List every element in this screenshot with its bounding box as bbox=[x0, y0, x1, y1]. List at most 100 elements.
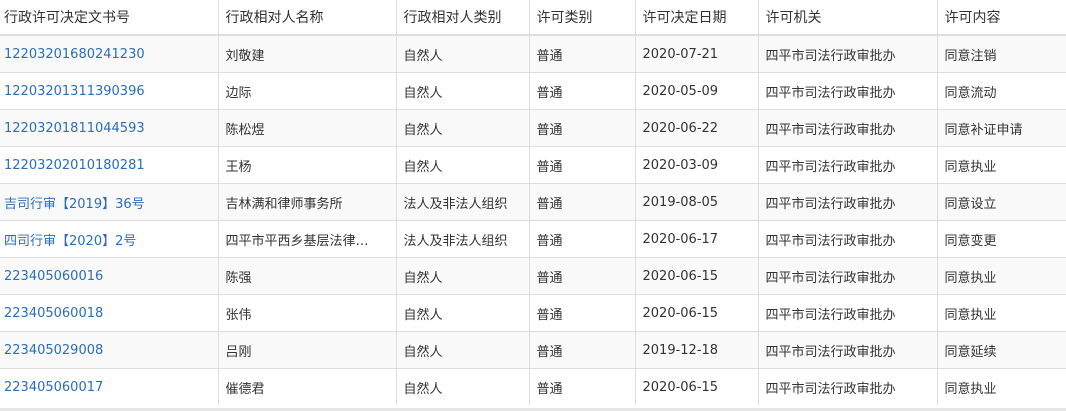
permit-category-cell: 普通 bbox=[529, 34, 636, 73]
decision-date-cell: 2020-03-09 bbox=[635, 146, 759, 184]
table-row[interactable]: 223405029008 吕刚 自然人 普通 2019-12-18 四平市司法行政审批办同… bbox=[0, 331, 1066, 369]
permit-table: 行政许可决定文书号 行政相对人名称 行政相对人类别 许可类别 许可决定日期 许可… bbox=[0, 0, 1066, 405]
permit-content-cell: 同意执业 bbox=[937, 294, 1066, 332]
header-permit-category[interactable]: 许可类别 bbox=[529, 0, 636, 36]
permit-authority-cell: 四平市司法行政审批办 bbox=[758, 368, 938, 405]
doc-number-link[interactable]: 12203202010180281 bbox=[4, 158, 145, 173]
doc-number-link[interactable]: 223405060018 bbox=[4, 306, 103, 321]
counterpart-name-cell: 吉林满和律师事务所 bbox=[218, 183, 397, 221]
permit-category-cell: 普通 bbox=[529, 220, 636, 258]
header-counterpart-type[interactable]: 行政相对人类别 bbox=[396, 0, 530, 36]
doc-number-cell: 12203201680241230 bbox=[0, 34, 219, 73]
decision-date-cell: 2020-06-15 bbox=[635, 294, 759, 332]
permit-content-cell: 同意注销 bbox=[937, 34, 1066, 73]
doc-number-link[interactable]: 四司行审【2020】2号 bbox=[4, 234, 136, 249]
table-header: 行政许可决定文书号 行政相对人名称 行政相对人类别 许可类别 许可决定日期 许可… bbox=[0, 0, 1066, 36]
decision-date-cell: 2020-06-15 bbox=[635, 368, 759, 405]
header-decision-date[interactable]: 许可决定日期 bbox=[635, 0, 759, 36]
header-permit-authority[interactable]: 许可机关 bbox=[758, 0, 938, 36]
permit-category-cell: 普通 bbox=[529, 294, 636, 332]
decision-date-cell: 2020-06-22 bbox=[635, 109, 759, 147]
permit-authority-cell: 四平市司法行政审批办 bbox=[758, 109, 938, 147]
permit-content-cell: 同意变更 bbox=[937, 220, 1066, 258]
doc-number-link[interactable]: 12203201811044593 bbox=[4, 121, 145, 136]
permit-content-cell: 同意执业 bbox=[937, 368, 1066, 405]
permit-category-cell: 普通 bbox=[529, 368, 636, 405]
counterpart-type-cell: 自然人 bbox=[396, 368, 530, 405]
counterpart-name-cell: 王杨 bbox=[218, 146, 397, 184]
permit-authority-cell: 四平市司法行政审批办 bbox=[758, 72, 938, 110]
doc-number-cell: 223405060017 bbox=[0, 368, 219, 405]
counterpart-name-cell: 陈强 bbox=[218, 257, 397, 295]
permit-authority-cell: 四平市司法行政审批办 bbox=[758, 294, 938, 332]
permit-content-cell: 同意设立 bbox=[937, 183, 1066, 221]
doc-number-cell: 223405060016 bbox=[0, 257, 219, 295]
doc-number-cell: 12203201311390396 bbox=[0, 72, 219, 110]
table-body: 12203201680241230 刘敬建 自然人 普通 2020-07-21 四平市司法… bbox=[0, 34, 1066, 405]
table-row[interactable]: 223405060018 张伟 自然人 普通 2020-06-15 四平市司法行政审批办同… bbox=[0, 294, 1066, 332]
counterpart-type-cell: 自然人 bbox=[396, 146, 530, 184]
doc-number-link[interactable]: 223405029008 bbox=[4, 343, 103, 358]
doc-number-cell: 吉司行审【2019】36号 bbox=[0, 183, 219, 221]
counterpart-name-cell: 边际 bbox=[218, 72, 397, 110]
decision-date-cell: 2020-06-15 bbox=[635, 257, 759, 295]
permit-authority-cell: 四平市司法行政审批办 bbox=[758, 34, 938, 73]
counterpart-type-cell: 自然人 bbox=[396, 331, 530, 369]
table-row[interactable]: 12203202010180281 王杨 自然人 普通 2020-03-09 四平市司法行… bbox=[0, 146, 1066, 184]
counterpart-name-cell: 四平市平西乡基层法律… bbox=[218, 220, 397, 258]
table-row[interactable]: 吉司行审【2019】36号 吉林满和律师事务所 法人及非法人组织 普通 2019-08-… bbox=[0, 183, 1066, 221]
doc-number-cell: 12203201811044593 bbox=[0, 109, 219, 147]
header-row: 行政许可决定文书号 行政相对人名称 行政相对人类别 许可类别 许可决定日期 许可… bbox=[0, 0, 1066, 36]
permit-authority-cell: 四平市司法行政审批办 bbox=[758, 183, 938, 221]
doc-number-cell: 223405060018 bbox=[0, 294, 219, 332]
counterpart-name-cell: 吕刚 bbox=[218, 331, 397, 369]
permit-category-cell: 普通 bbox=[529, 146, 636, 184]
permit-category-cell: 普通 bbox=[529, 257, 636, 295]
header-doc-number[interactable]: 行政许可决定文书号 bbox=[0, 0, 219, 36]
counterpart-name-cell: 陈松煜 bbox=[218, 109, 397, 147]
decision-date-cell: 2019-08-05 bbox=[635, 183, 759, 221]
permit-authority-cell: 四平市司法行政审批办 bbox=[758, 257, 938, 295]
table-row[interactable]: 12203201811044593 陈松煜 自然人 普通 2020-06-22 四平市司法… bbox=[0, 109, 1066, 147]
permit-content-cell: 同意流动 bbox=[937, 72, 1066, 110]
decision-date-cell: 2019-12-18 bbox=[635, 331, 759, 369]
permit-category-cell: 普通 bbox=[529, 331, 636, 369]
table-row[interactable]: 223405060017 催德君 自然人 普通 2020-06-15 四平市司法行政审批办… bbox=[0, 368, 1066, 405]
counterpart-type-cell: 自然人 bbox=[396, 294, 530, 332]
permit-category-cell: 普通 bbox=[529, 183, 636, 221]
doc-number-link[interactable]: 吉司行审【2019】36号 bbox=[4, 197, 145, 212]
permit-content-cell: 同意执业 bbox=[937, 257, 1066, 295]
permit-category-cell: 普通 bbox=[529, 72, 636, 110]
permit-content-cell: 同意补证申请 bbox=[937, 109, 1066, 147]
counterpart-name-cell: 催德君 bbox=[218, 368, 397, 405]
doc-number-cell: 223405029008 bbox=[0, 331, 219, 369]
decision-date-cell: 2020-06-17 bbox=[635, 220, 759, 258]
table-row[interactable]: 四司行审【2020】2号 四平市平西乡基层法律… 法人及非法人组织 普通 2020-06… bbox=[0, 220, 1066, 258]
table-row[interactable]: 223405060016 陈强 自然人 普通 2020-06-15 四平市司法行政审批办同… bbox=[0, 257, 1066, 295]
doc-number-link[interactable]: 223405060016 bbox=[4, 269, 103, 284]
counterpart-type-cell: 法人及非法人组织 bbox=[396, 220, 530, 258]
counterpart-type-cell: 法人及非法人组织 bbox=[396, 183, 530, 221]
counterpart-name-cell: 张伟 bbox=[218, 294, 397, 332]
permit-table-container: 行政许可决定文书号 行政相对人名称 行政相对人类别 许可类别 许可决定日期 许可… bbox=[0, 0, 1066, 411]
counterpart-type-cell: 自然人 bbox=[396, 34, 530, 73]
doc-number-cell: 四司行审【2020】2号 bbox=[0, 220, 219, 258]
permit-content-cell: 同意延续 bbox=[937, 331, 1066, 369]
counterpart-name-cell: 刘敬建 bbox=[218, 34, 397, 73]
doc-number-cell: 12203202010180281 bbox=[0, 146, 219, 184]
doc-number-link[interactable]: 12203201311390396 bbox=[4, 84, 145, 99]
decision-date-cell: 2020-07-21 bbox=[635, 34, 759, 73]
permit-authority-cell: 四平市司法行政审批办 bbox=[758, 220, 938, 258]
permit-authority-cell: 四平市司法行政审批办 bbox=[758, 331, 938, 369]
permit-category-cell: 普通 bbox=[529, 109, 636, 147]
permit-authority-cell: 四平市司法行政审批办 bbox=[758, 146, 938, 184]
doc-number-link[interactable]: 12203201680241230 bbox=[4, 47, 145, 62]
decision-date-cell: 2020-05-09 bbox=[635, 72, 759, 110]
table-row[interactable]: 12203201680241230 刘敬建 自然人 普通 2020-07-21 四平市司法… bbox=[0, 34, 1066, 73]
counterpart-type-cell: 自然人 bbox=[396, 72, 530, 110]
table-row[interactable]: 12203201311390396 边际 自然人 普通 2020-05-09 四平市司法行… bbox=[0, 72, 1066, 110]
doc-number-link[interactable]: 223405060017 bbox=[4, 380, 103, 395]
header-permit-content[interactable]: 许可内容 bbox=[937, 0, 1066, 36]
header-counterpart-name[interactable]: 行政相对人名称 bbox=[218, 0, 397, 36]
permit-content-cell: 同意执业 bbox=[937, 146, 1066, 184]
